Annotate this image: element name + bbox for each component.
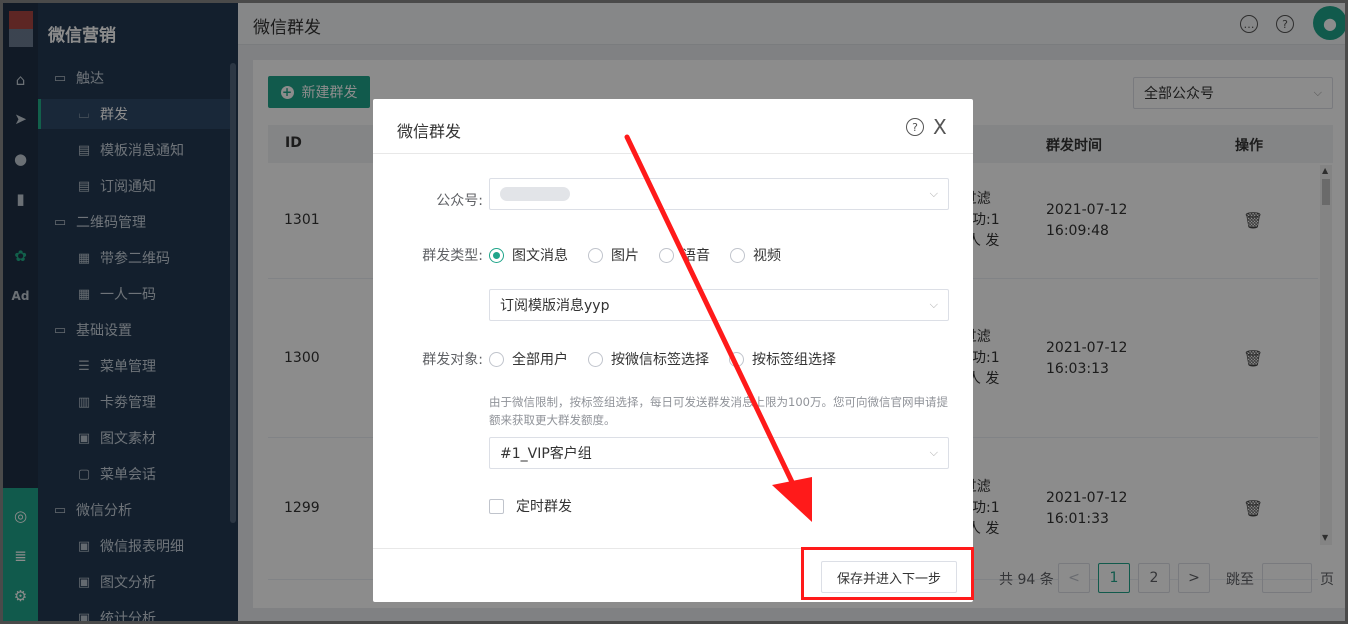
annotation-arrow bbox=[624, 134, 812, 522]
arrow-shaft bbox=[624, 134, 795, 485]
arrow-head bbox=[772, 477, 812, 522]
